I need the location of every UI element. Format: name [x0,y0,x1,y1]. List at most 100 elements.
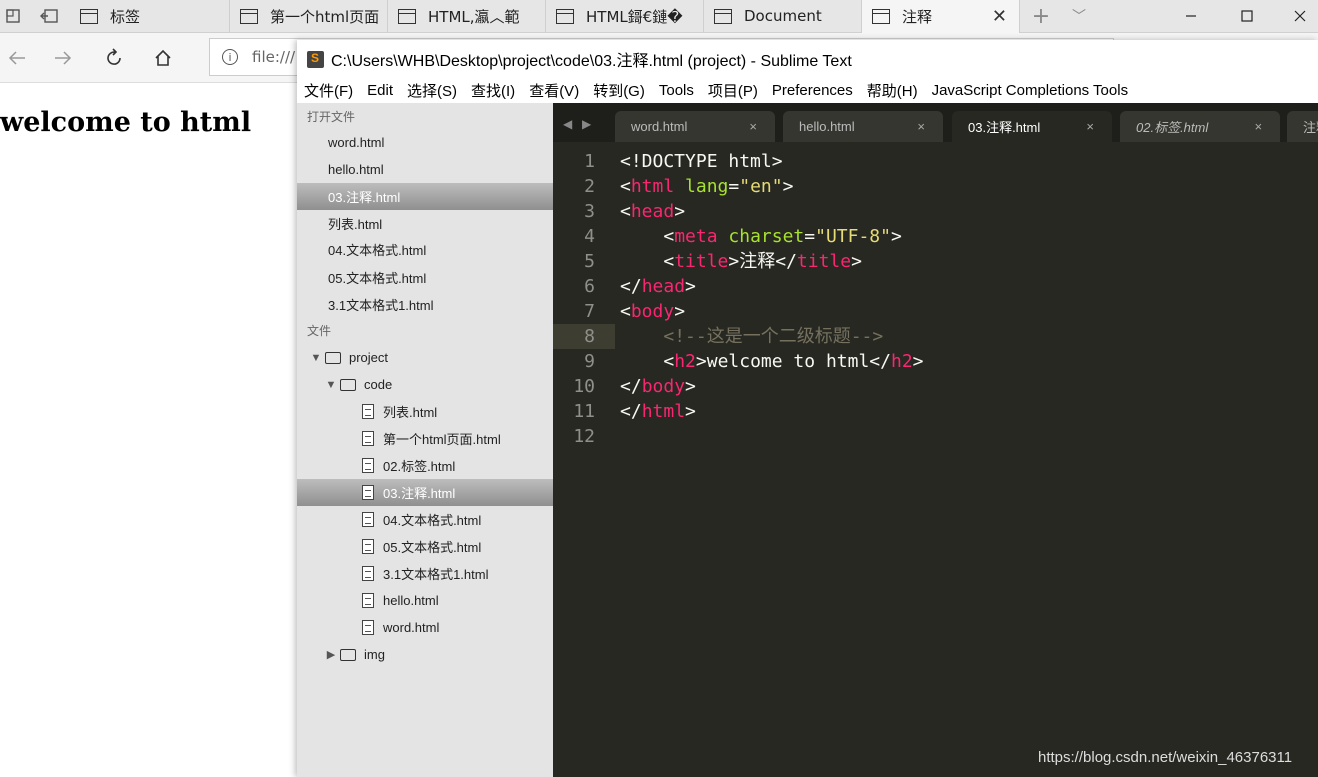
line-number: 4 [584,226,595,247]
punct-token: > [685,276,696,297]
line-content: <body> [620,299,685,324]
menu-find[interactable]: 查找(I) [471,80,515,101]
minimize-button[interactable] [1168,0,1214,32]
folder-img[interactable]: ▶ img [297,641,553,668]
close-tab-icon[interactable]: × [1086,119,1094,134]
menu-file[interactable]: 文件(F) [304,80,353,101]
maximize-button[interactable] [1224,0,1270,32]
folders-header: 文件 [307,324,332,338]
tree-file-item-selected[interactable]: 03.注释.html [297,479,553,506]
open-file-item[interactable]: 04.文本格式.html [297,236,553,263]
folder-code[interactable]: ▼ code [297,371,553,398]
code-area[interactable]: 1 <!DOCTYPE html> 2 <html lang="en"> 3 <hea… [553,149,1318,449]
editor-tab-bar: ◀ ▶ word.html × hello.html × 03.注释.html … [553,103,1318,142]
sublime-menubar: 文件(F) Edit 选择(S) 查找(I) 查看(V) 转到(G) Tools… [297,78,1318,103]
tab-page-icon [240,8,258,24]
menu-preferences[interactable]: Preferences [772,82,853,99]
open-file-item[interactable]: 列表.html [297,210,553,237]
menu-goto[interactable]: 转到(G) [593,80,645,101]
line-content: <!DOCTYPE html> [620,149,783,174]
folder-project[interactable]: ▼ project [297,344,553,371]
open-file-item-selected[interactable]: 03.注释.html [297,183,553,210]
browser-tab-2[interactable]: HTML,瀛︿範 [388,0,546,32]
chevron-down-icon[interactable]: ▼ [310,352,322,364]
file-icon [362,620,374,635]
refresh-button[interactable] [97,41,131,75]
browser-tab-1[interactable]: 第一个html页面 [230,0,388,32]
string-token: "UTF-8" [815,226,891,247]
open-file-item[interactable]: hello.html [297,156,553,183]
forward-button[interactable] [46,41,80,75]
tag-token: body [641,376,686,397]
editor-tab-active[interactable]: 03.注释.html × [952,111,1112,142]
chevron-down-icon[interactable]: ▼ [325,379,337,391]
tag-token: body [630,301,675,322]
punct-token: < [663,251,675,272]
close-tab-icon[interactable]: × [917,119,925,134]
code-line: 11 </html> [553,399,1318,424]
close-tab-icon[interactable]: × [749,119,757,134]
browser-tab-label: HTML鎶€鏈� [586,7,683,26]
tree-file-item[interactable]: 02.标签.html [297,452,553,479]
chevron-right-icon[interactable]: ▶ [325,648,337,661]
new-tab-button[interactable]: + [1026,0,1056,32]
tree-file-item[interactable]: 05.文本格式.html [297,533,553,560]
close-window-button[interactable] [1282,0,1318,32]
tree-file-item[interactable]: 3.1文本格式1.html [297,560,553,587]
editor-tab[interactable]: 02.标签.html × [1120,111,1280,142]
menu-js-completions[interactable]: JavaScript Completions Tools [932,82,1128,99]
menu-tools[interactable]: Tools [659,82,694,99]
back-button[interactable] [0,41,34,75]
folder-open-icon [325,351,341,364]
tree-file-item[interactable]: 第一个html页面.html [297,425,553,452]
close-tab-icon[interactable]: ✕ [992,6,1007,27]
tree-file-label: 04.文本格式.html [383,513,482,528]
sublime-app-icon [307,50,324,68]
browser-tab-5[interactable]: 注释 ✕ [862,0,1020,33]
open-file-item[interactable]: word.html [297,129,553,156]
file-icon [362,512,374,527]
tabs-aside-icon[interactable] [34,0,64,32]
tree-file-item[interactable]: hello.html [297,587,553,614]
tab-list-button[interactable]: ﹀ [1064,0,1094,32]
tree-file-item[interactable]: 列表.html [297,398,553,425]
browser-tab-4[interactable]: Document [704,0,862,32]
menu-project[interactable]: 项目(P) [708,80,758,101]
tab-scroll-left-icon[interactable]: ◀ [563,117,572,131]
file-icon [362,485,374,500]
folder-label: code [364,377,393,392]
line-number: 9 [584,351,595,372]
home-button[interactable] [146,41,180,75]
line-content: </html> [620,399,696,424]
punct-token: < [620,301,631,322]
editor-tab[interactable]: hello.html × [783,111,943,142]
tag-token: head [641,276,686,297]
sublime-title: C:\Users\WHB\Desktop\project\code\03.注释.… [331,53,852,70]
menu-view[interactable]: 查看(V) [529,80,579,101]
punct-token: > [695,351,707,372]
punct-token: = [728,176,740,197]
info-icon[interactable]: i [222,49,238,65]
tab-scroll-right-icon[interactable]: ▶ [582,117,591,131]
browser-tab-0[interactable]: 标签 [70,0,230,32]
close-tab-icon[interactable]: × [1254,119,1262,134]
punct-token: < [663,226,675,247]
open-file-item[interactable]: 05.文本格式.html [297,264,553,291]
attr-token: charset [728,226,805,247]
tag-token: h2 [890,351,913,372]
editor-tab[interactable]: word.html × [615,111,775,142]
tag-token: h2 [674,351,696,372]
editor-tab[interactable]: 注释 [1287,111,1318,142]
tree-file-item[interactable]: word.html [297,614,553,641]
file-icon [362,404,374,419]
sublime-titlebar: C:\Users\WHB\Desktop\project\code\03.注释.… [297,40,1318,78]
open-file-item[interactable]: 3.1文本格式1.html [297,291,553,318]
line-content: <html lang="en"> [620,174,793,199]
tree-file-item[interactable]: 04.文本格式.html [297,506,553,533]
menu-help[interactable]: 帮助(H) [867,80,918,101]
menu-edit[interactable]: Edit [367,82,393,99]
menu-selection[interactable]: 选择(S) [407,80,457,101]
tab-actions-icon[interactable] [0,0,26,32]
browser-tab-3[interactable]: HTML鎶€鏈� [546,0,704,32]
code-editor[interactable]: ◀ ▶ word.html × hello.html × 03.注释.html … [553,103,1318,777]
